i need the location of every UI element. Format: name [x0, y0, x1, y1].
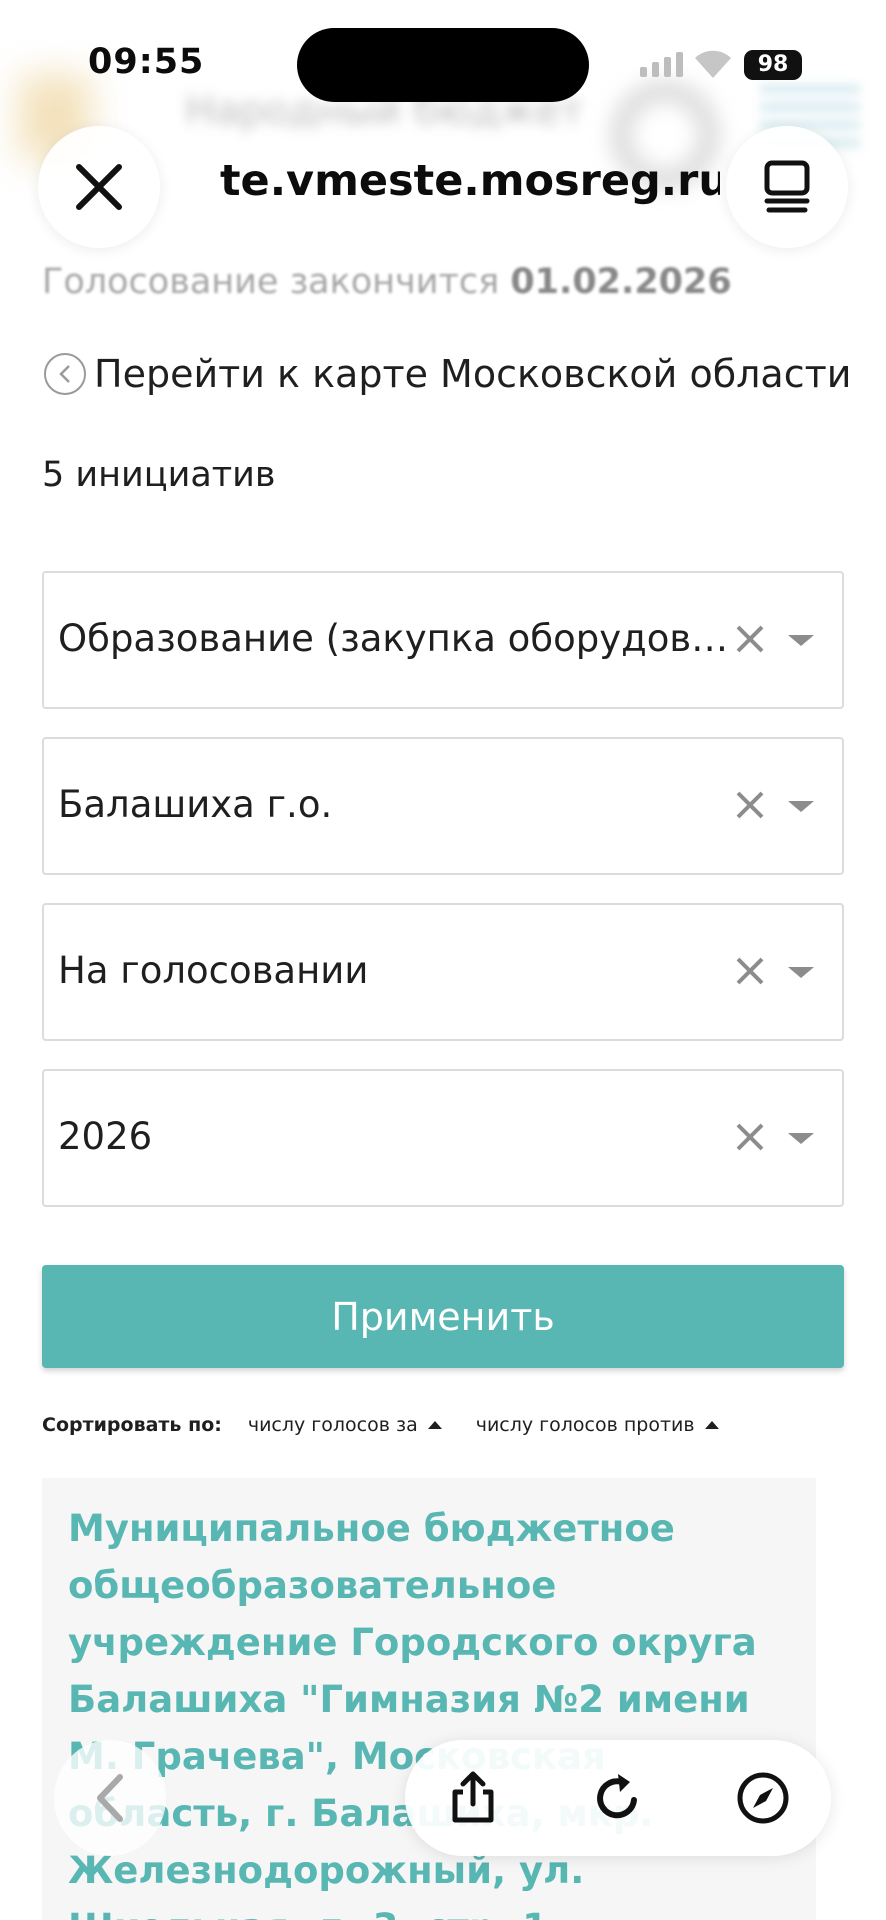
clear-icon[interactable] [732, 1119, 768, 1155]
compass-icon[interactable] [735, 1770, 791, 1826]
sort-option-label: числу голосов против [475, 1414, 695, 1436]
category-filter-select[interactable]: Образование (закупка оборудования) [42, 571, 844, 709]
dropdown-arrow-icon[interactable] [788, 1133, 814, 1144]
reload-icon[interactable] [590, 1770, 646, 1826]
status-time: 09:55 [88, 42, 205, 82]
wifi-icon [695, 50, 731, 78]
tabs-icon [764, 160, 810, 213]
dropdown-arrow-icon[interactable] [788, 967, 814, 978]
municipality-filter-select[interactable]: Балашиха г.о. [42, 737, 844, 875]
close-icon [76, 164, 122, 210]
clear-icon[interactable] [732, 787, 768, 823]
share-icon[interactable] [445, 1770, 501, 1826]
browser-toolbar [405, 1740, 831, 1856]
sort-by-votes-against[interactable]: числу голосов против [476, 1414, 719, 1436]
tabs-button[interactable] [726, 126, 848, 248]
chevron-left-circle-icon [44, 353, 86, 395]
sort-by-votes-for[interactable]: числу голосов за [248, 1414, 442, 1436]
category-filter-value: Образование (закупка оборудования) [58, 617, 748, 660]
battery-indicator: 98 [744, 50, 802, 80]
chevron-left-icon [97, 1774, 123, 1822]
sort-bar: Сортировать по: числу голосов за числу г… [42, 1414, 753, 1436]
apply-button[interactable]: Применить [42, 1265, 844, 1368]
year-filter-select[interactable]: 2026 [42, 1069, 844, 1207]
voting-end-label: Голосование закончится [42, 262, 500, 302]
municipality-filter-value: Балашиха г.о. [58, 783, 333, 826]
sort-arrow-icon [704, 1421, 719, 1429]
voting-end-text: Голосование закончится 01.02.2026 [42, 262, 732, 302]
clear-icon[interactable] [732, 621, 768, 657]
clear-icon[interactable] [732, 953, 768, 989]
voting-end-date: 01.02.2026 [510, 262, 732, 302]
initiative-title[interactable]: Муниципальное бюджетное общеобразователь… [68, 1500, 798, 1920]
close-button[interactable] [38, 126, 160, 248]
map-link-label: Перейти к карте Московской области [94, 352, 852, 396]
map-link[interactable]: Перейти к карте Московской области [44, 352, 851, 396]
dropdown-arrow-icon[interactable] [788, 635, 814, 646]
dynamic-island [297, 28, 589, 102]
sort-arrow-icon [427, 1421, 442, 1429]
initiatives-count: 5 инициатив [42, 455, 276, 495]
year-filter-value: 2026 [58, 1115, 153, 1158]
sort-option-label: числу голосов за [247, 1414, 418, 1436]
sort-label: Сортировать по: [42, 1414, 222, 1436]
status-filter-select[interactable]: На голосовании [42, 903, 844, 1041]
back-button[interactable] [54, 1740, 166, 1856]
dropdown-arrow-icon[interactable] [788, 801, 814, 812]
signal-icon [640, 52, 683, 77]
status-filter-value: На голосовании [58, 949, 369, 992]
url-bar[interactable]: te.vmeste.mosreg.ru [220, 156, 720, 206]
